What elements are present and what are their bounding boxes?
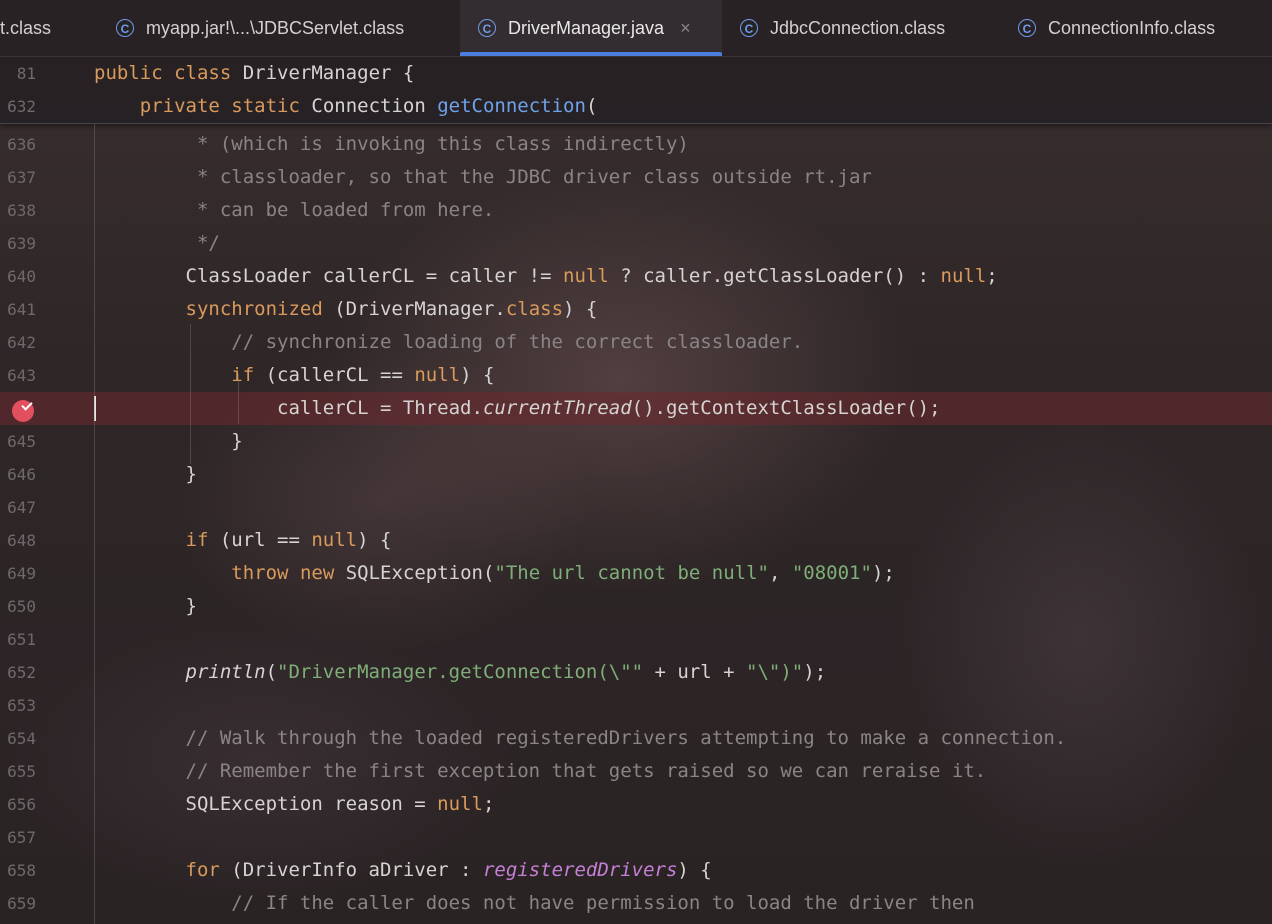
line-number[interactable]: 657	[0, 821, 36, 854]
code-line[interactable]: 650 }	[0, 590, 1272, 623]
line-number[interactable]: 659	[0, 887, 36, 920]
code-line[interactable]: 651	[0, 623, 1272, 656]
line-number[interactable]: 638	[0, 194, 36, 227]
line-number[interactable]: 649	[0, 557, 36, 590]
code-line[interactable]: 647	[0, 491, 1272, 524]
line-number[interactable]: 655	[0, 755, 36, 788]
code-editor[interactable]: 636 * (which is invoking this class indi…	[0, 124, 1272, 924]
code-text: }	[94, 463, 197, 485]
line-number[interactable]: 642	[0, 326, 36, 359]
code-line[interactable]: 632 private static Connection getConnect…	[0, 90, 1272, 123]
tab-jdbcconnection-class[interactable]: C JdbcConnection.class	[724, 0, 1010, 56]
code-text: */	[94, 232, 220, 254]
code-text: }	[94, 595, 197, 617]
code-line[interactable]: 636 * (which is invoking this class indi…	[0, 128, 1272, 161]
line-number[interactable]: 632	[0, 90, 36, 123]
line-number[interactable]: 654	[0, 722, 36, 755]
line-number[interactable]: 658	[0, 854, 36, 887]
breakpoint-icon[interactable]	[12, 400, 34, 422]
code-text: println("DriverManager.getConnection(\""…	[185, 661, 827, 683]
line-number[interactable]: 650	[0, 590, 36, 623]
code-line[interactable]: 652 println("DriverManager.getConnection…	[0, 656, 1272, 689]
line-number[interactable]: 653	[0, 689, 36, 722]
code-text: // If the caller does not have permissio…	[94, 892, 975, 914]
tab-label: t.class	[0, 17, 52, 38]
editor-tab-bar: t.class C myapp.jar!\...\JDBCServlet.cla…	[0, 0, 1272, 57]
tab-label: myapp.jar!\...\JDBCServlet.class	[146, 17, 405, 38]
code-text: if (url == null) {	[185, 529, 392, 551]
class-icon: C	[478, 19, 496, 37]
code-text: for (DriverInfo aDriver : registeredDriv…	[185, 859, 712, 881]
code-line[interactable]: 640 ClassLoader callerCL = caller != nul…	[0, 260, 1272, 293]
code-text: throw new SQLException("The url cannot b…	[231, 562, 895, 584]
code-text: public class DriverManager {	[94, 62, 415, 84]
line-number[interactable]: 656	[0, 788, 36, 821]
line-number[interactable]: 651	[0, 623, 36, 656]
tab-drivermanager-java[interactable]: C DriverManager.java ×	[460, 0, 722, 56]
code-text: private static Connection getConnection(	[139, 95, 598, 117]
tab-label: DriverManager.java	[508, 17, 665, 38]
code-line[interactable]: 653	[0, 689, 1272, 722]
code-text: * can be loaded from here.	[94, 199, 495, 221]
code-text: synchronized (DriverManager.class) {	[185, 298, 598, 320]
tab-jdbcservlet-class[interactable]: C myapp.jar!\...\JDBCServlet.class	[100, 0, 468, 56]
code-text: callerCL = Thread.currentThread().getCon…	[94, 397, 941, 419]
code-line[interactable]: 654 // Walk through the loaded registere…	[0, 722, 1272, 755]
line-number[interactable]: 81	[0, 57, 36, 90]
tab-label: JdbcConnection.class	[770, 17, 946, 38]
line-number[interactable]: 636	[0, 128, 36, 161]
code-line[interactable]: 637 * classloader, so that the JDBC driv…	[0, 161, 1272, 194]
class-icon: C	[116, 19, 134, 37]
indent-guide	[238, 374, 239, 424]
code-line[interactable]: 657	[0, 821, 1272, 854]
code-line[interactable]: 81 public class DriverManager {	[0, 57, 1272, 90]
code-line[interactable]: 655 // Remember the first exception that…	[0, 755, 1272, 788]
code-line[interactable]: 638 * can be loaded from here.	[0, 194, 1272, 227]
code-line[interactable]: 648 if (url == null) {	[0, 524, 1272, 557]
class-icon: C	[1018, 19, 1036, 37]
class-icon: C	[740, 19, 758, 37]
sticky-scope-header: 81 public class DriverManager { 632 privat…	[0, 57, 1272, 124]
line-number[interactable]: 652	[0, 656, 36, 689]
code-text: if (callerCL == null) {	[231, 364, 495, 386]
indent-guide	[94, 124, 95, 924]
code-line[interactable]: 641 synchronized (DriverManager.class) {	[0, 293, 1272, 326]
code-text: // synchronize loading of the correct cl…	[94, 331, 804, 353]
line-number[interactable]: 646	[0, 458, 36, 491]
code-text: // Remember the first exception that get…	[94, 760, 987, 782]
line-number[interactable]: 647	[0, 491, 36, 524]
code-text: * classloader, so that the JDBC driver c…	[94, 166, 872, 188]
code-line[interactable]: 639 */	[0, 227, 1272, 260]
line-number[interactable]: 643	[0, 359, 36, 392]
code-line[interactable]: 658 for (DriverInfo aDriver : registered…	[0, 854, 1272, 887]
indent-guide	[190, 324, 191, 464]
code-text: * (which is invoking this class indirect…	[94, 133, 689, 155]
tab-t-class[interactable]: t.class	[0, 0, 92, 56]
code-text: ClassLoader callerCL = caller != null ? …	[94, 265, 998, 287]
line-number[interactable]: 637	[0, 161, 36, 194]
line-number[interactable]: 639	[0, 227, 36, 260]
code-text: SQLException reason = null;	[94, 793, 495, 815]
tab-label: ConnectionInfo.class	[1048, 17, 1216, 38]
code-line[interactable]: 656 SQLException reason = null;	[0, 788, 1272, 821]
code-text: }	[94, 430, 243, 452]
line-number[interactable]: 648	[0, 524, 36, 557]
code-line[interactable]: 649 throw new SQLException("The url cann…	[0, 557, 1272, 590]
line-number[interactable]: 645	[0, 425, 36, 458]
close-icon[interactable]: ×	[680, 18, 691, 39]
code-text: // Walk through the loaded registeredDri…	[94, 727, 1067, 749]
tab-connectioninfo-class[interactable]: C ConnectionInfo.class	[1002, 0, 1272, 56]
line-number[interactable]: 640	[0, 260, 36, 293]
line-number[interactable]: 641	[0, 293, 36, 326]
code-line[interactable]: 659 // If the caller does not have permi…	[0, 887, 1272, 920]
